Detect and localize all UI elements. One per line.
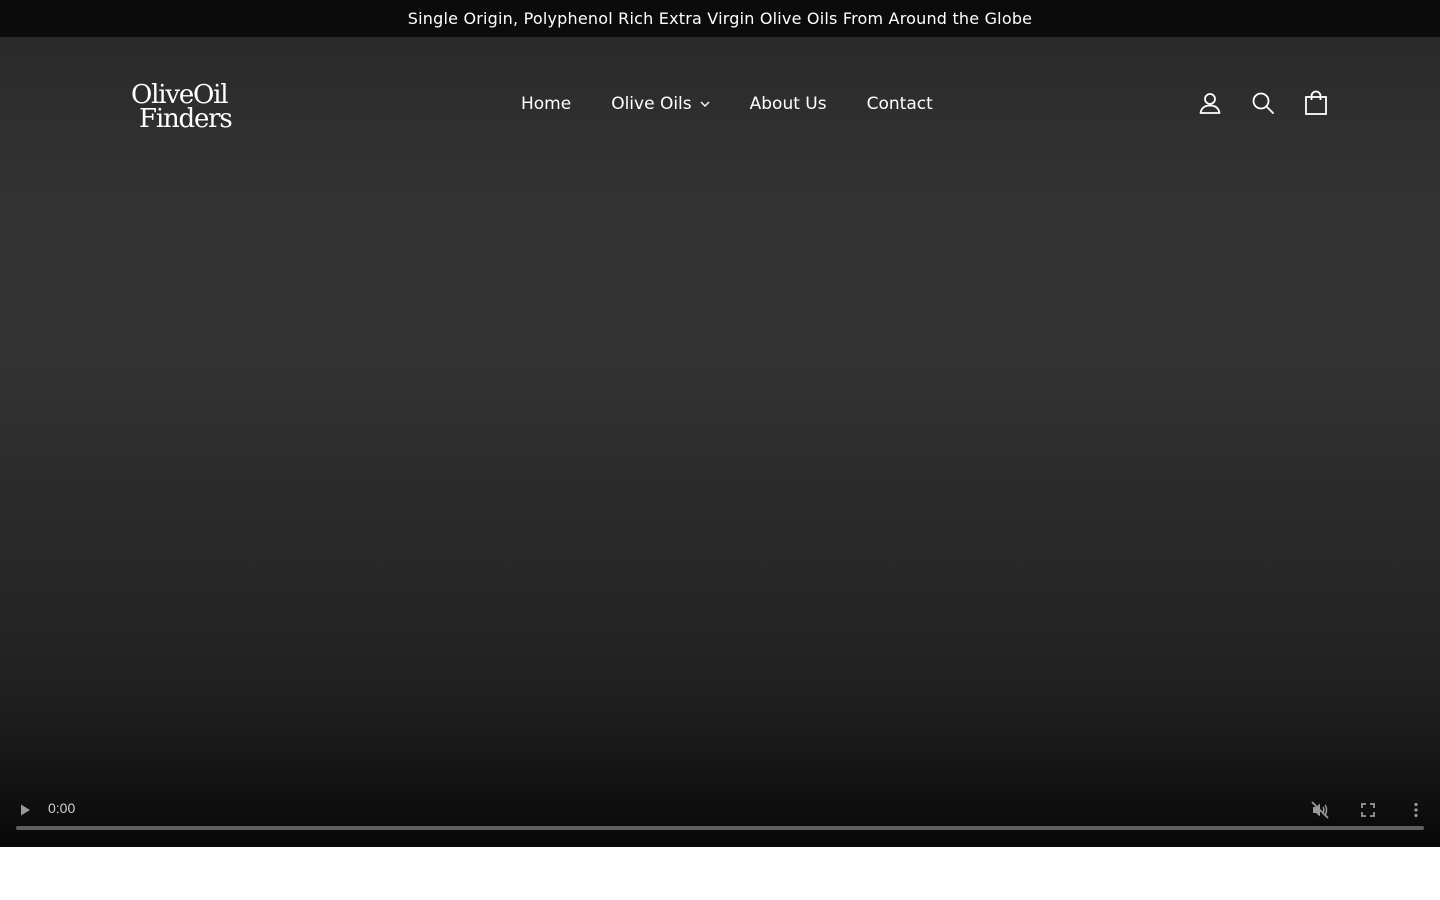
account-button[interactable] (1196, 89, 1224, 117)
site-header: OliveOil Finders Home Olive Oils About U… (0, 37, 1440, 171)
search-button[interactable] (1249, 89, 1277, 117)
logo-line-2: Finders (139, 104, 233, 134)
nav-item-label: Olive Oils (611, 94, 692, 114)
video-time: 0:00 (48, 800, 76, 816)
header-icons (1171, 89, 1330, 117)
play-button[interactable] (14, 799, 36, 821)
nav-item-contact[interactable]: Contact (847, 94, 953, 114)
mute-button[interactable] (1308, 799, 1332, 821)
account-icon (1199, 93, 1221, 114)
announcement-bar: Single Origin, Polyphenol Rich Extra Vir… (0, 0, 1440, 37)
more-vertical-icon (1414, 802, 1418, 818)
announcement-text: Single Origin, Polyphenol Rich Extra Vir… (407, 9, 1033, 28)
nav-item-olive-oils[interactable]: Olive Oils (591, 94, 729, 114)
play-icon (21, 804, 30, 816)
fullscreen-icon (1361, 803, 1375, 817)
search-icon (1252, 92, 1274, 114)
nav-item-label: Contact (866, 94, 933, 114)
more-options-button[interactable] (1405, 799, 1427, 821)
nav-item-label: Home (521, 94, 572, 114)
fullscreen-button[interactable] (1357, 799, 1379, 821)
cart-bag-icon (1305, 90, 1327, 115)
nav-item-about-us[interactable]: About Us (730, 94, 847, 114)
site-logo[interactable]: OliveOil Finders (131, 82, 251, 134)
cart-button[interactable] (1302, 89, 1330, 117)
muted-speaker-icon (1311, 801, 1329, 819)
video-controls: 0:00 (0, 777, 1440, 847)
chevron-down-icon (700, 101, 710, 107)
hero-video-section[interactable]: OliveOil Finders Home Olive Oils About U… (0, 37, 1440, 847)
main-nav: Home Olive Oils About Us Contact (505, 87, 953, 121)
nav-item-home[interactable]: Home (505, 94, 591, 114)
video-progress-bar[interactable] (16, 826, 1424, 830)
nav-item-label: About Us (749, 94, 827, 114)
